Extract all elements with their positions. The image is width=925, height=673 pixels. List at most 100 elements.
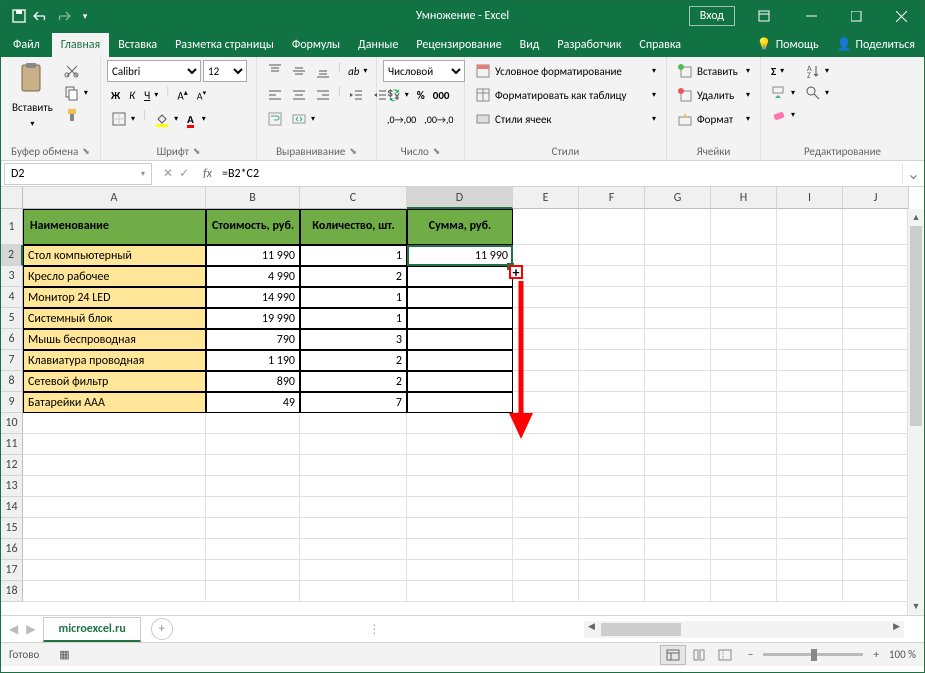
row-header-18[interactable]: 18 <box>1 581 23 602</box>
cell-empty[interactable] <box>777 329 843 350</box>
cell-empty[interactable] <box>579 476 645 497</box>
cell-empty[interactable] <box>579 518 645 539</box>
orientation-button[interactable]: ab▾ <box>344 60 371 82</box>
tab-home[interactable]: Главная <box>52 33 109 57</box>
cell-empty[interactable] <box>711 434 777 455</box>
zoom-in-button[interactable]: + <box>873 648 878 661</box>
tab-file[interactable]: Файл <box>1 33 52 57</box>
cell-empty[interactable] <box>579 434 645 455</box>
cell-empty[interactable] <box>513 518 579 539</box>
cell-empty[interactable] <box>23 476 206 497</box>
cell-empty[interactable] <box>513 581 579 602</box>
cell-empty[interactable] <box>777 209 843 245</box>
cell-empty[interactable] <box>645 392 711 413</box>
cell-empty[interactable] <box>843 581 909 602</box>
col-header-J[interactable]: J <box>843 187 909 209</box>
add-sheet-button[interactable]: + <box>151 618 173 640</box>
col-header-I[interactable]: I <box>777 187 843 209</box>
cell-empty[interactable] <box>579 308 645 329</box>
cell-empty[interactable] <box>843 266 909 287</box>
align-left-button[interactable] <box>263 84 287 106</box>
sheet-nav-prev-icon[interactable]: ◀ <box>9 622 18 637</box>
cell-empty[interactable] <box>23 497 206 518</box>
cell-empty[interactable] <box>843 497 909 518</box>
align-dialog-icon[interactable]: ⬊ <box>349 146 357 157</box>
autosum-button[interactable]: Σ▾ <box>767 60 799 82</box>
conditional-format-button[interactable]: Условное форматирование▾ <box>471 60 660 82</box>
cell-empty[interactable] <box>579 209 645 245</box>
cell-empty[interactable] <box>579 497 645 518</box>
col-header-H[interactable]: H <box>711 187 777 209</box>
cell-empty[interactable] <box>645 371 711 392</box>
cancel-formula-icon[interactable]: ✕ <box>163 166 173 181</box>
cell-empty[interactable] <box>206 539 300 560</box>
tab-insert[interactable]: Вставка <box>109 33 166 57</box>
align-right-button[interactable] <box>311 84 335 106</box>
horizontal-scrollbar[interactable]: ◀ ▶ <box>584 621 904 638</box>
cell-styles-button[interactable]: Стили ячеек▾ <box>471 108 660 130</box>
cell-empty[interactable] <box>513 476 579 497</box>
cell-empty[interactable] <box>777 371 843 392</box>
zoom-slider[interactable] <box>763 653 863 656</box>
tab-help[interactable]: Справка <box>630 33 690 57</box>
worksheet-grid[interactable]: ABCDEFGHIJ1НаименованиеСтоимость, руб.Ко… <box>1 187 924 615</box>
zoom-out-button[interactable]: − <box>748 648 753 661</box>
cell-empty[interactable] <box>645 434 711 455</box>
clipboard-dialog-icon[interactable]: ⬊ <box>82 146 90 157</box>
cell-empty[interactable] <box>645 266 711 287</box>
row-header-12[interactable]: 12 <box>1 455 23 476</box>
paste-button[interactable]: Вставить▾ <box>7 60 58 132</box>
cell-empty[interactable] <box>579 581 645 602</box>
cell-empty[interactable] <box>645 581 711 602</box>
insert-cells-button[interactable]: Вставить▾ <box>673 60 754 82</box>
increase-decimal-button[interactable]: ,0→,00 <box>383 108 420 130</box>
cell-empty[interactable] <box>843 308 909 329</box>
align-center-button[interactable] <box>287 84 311 106</box>
cell-empty[interactable] <box>711 266 777 287</box>
cell-empty[interactable] <box>407 455 513 476</box>
sheet-nav-next-icon[interactable]: ▶ <box>26 622 35 637</box>
cell-empty[interactable] <box>777 287 843 308</box>
cell-empty[interactable] <box>300 581 407 602</box>
cell-empty[interactable] <box>843 287 909 308</box>
col-header-F[interactable]: F <box>579 187 645 209</box>
cell-empty[interactable] <box>407 497 513 518</box>
comma-button[interactable]: 000 <box>429 84 454 106</box>
accounting-format-button[interactable]: 💱▾ <box>383 84 413 106</box>
cell-empty[interactable] <box>777 539 843 560</box>
fx-icon[interactable]: fx <box>197 167 218 181</box>
decrease-indent-button[interactable] <box>344 84 368 106</box>
normal-view-button[interactable] <box>660 645 686 665</box>
cell-empty[interactable] <box>579 371 645 392</box>
cell-empty[interactable] <box>711 329 777 350</box>
underline-button[interactable]: Ч▾ <box>140 84 162 106</box>
cell-empty[interactable] <box>23 560 206 581</box>
cell-empty[interactable] <box>843 392 909 413</box>
vertical-scrollbar[interactable]: ▲ ▼ <box>907 209 924 615</box>
cell-empty[interactable] <box>206 476 300 497</box>
close-button[interactable] <box>879 1 924 31</box>
page-break-view-button[interactable] <box>712 645 738 665</box>
cell-empty[interactable] <box>645 476 711 497</box>
row-header-16[interactable]: 16 <box>1 539 23 560</box>
cell-empty[interactable] <box>711 476 777 497</box>
cell-empty[interactable] <box>407 581 513 602</box>
cell-empty[interactable] <box>206 581 300 602</box>
cell-empty[interactable] <box>407 476 513 497</box>
cell-empty[interactable] <box>513 560 579 581</box>
fill-button[interactable]: ▾ <box>767 82 799 104</box>
sort-filter-button[interactable]: AZ▾ <box>801 60 833 82</box>
cell-empty[interactable] <box>206 497 300 518</box>
clear-button[interactable]: ▾ <box>767 104 799 126</box>
number-format-select[interactable]: Числовой <box>383 60 465 82</box>
login-button[interactable]: Вход <box>689 6 735 26</box>
row-header-17[interactable]: 17 <box>1 560 23 581</box>
cell-empty[interactable] <box>23 539 206 560</box>
font-dialog-icon[interactable]: ⬊ <box>193 146 201 157</box>
cell-empty[interactable] <box>777 581 843 602</box>
percent-button[interactable]: % <box>413 84 429 106</box>
cell-empty[interactable] <box>711 539 777 560</box>
cell-empty[interactable] <box>777 497 843 518</box>
cell-empty[interactable] <box>579 392 645 413</box>
cell-empty[interactable] <box>777 434 843 455</box>
